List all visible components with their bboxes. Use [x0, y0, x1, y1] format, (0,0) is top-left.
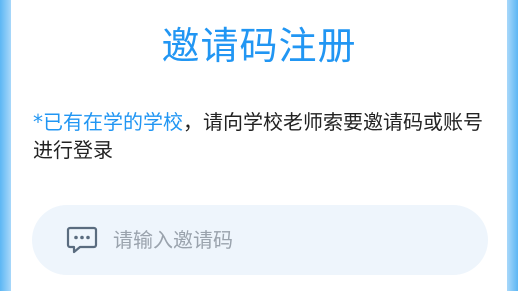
chat-bubble-icon [66, 225, 98, 255]
invite-code-field[interactable] [32, 205, 488, 275]
page-title: 邀请码注册 [161, 24, 357, 68]
registration-screen: 邀请码注册 *已有在学的学校，请向学校老师索要邀请码或账号进行登录 [0, 0, 518, 291]
invite-code-input[interactable] [113, 225, 443, 255]
notice-text: *已有在学的学校，请向学校老师索要邀请码或账号进行登录 [33, 108, 493, 164]
notice-highlight: *已有在学的学校 [33, 110, 183, 134]
